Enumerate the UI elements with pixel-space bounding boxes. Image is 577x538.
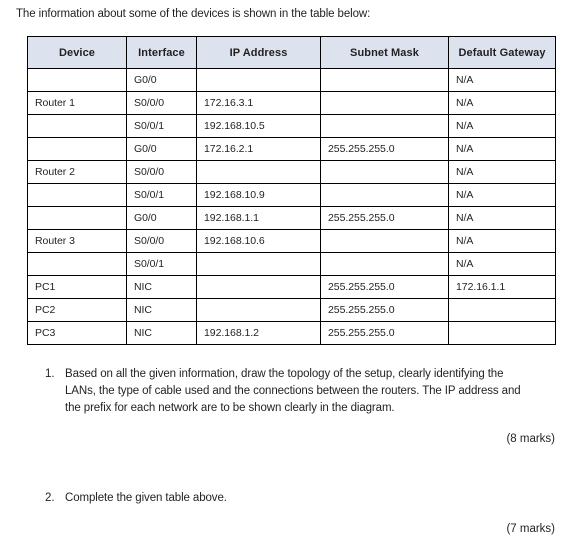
cell-default-gateway: 172.16.1.1 <box>448 275 556 299</box>
cell-subnet-mask <box>320 114 449 138</box>
table-row: PC1 NIC 255.255.255.0 172.16.1.1 <box>27 275 556 299</box>
cell-ip-address <box>196 252 321 276</box>
cell-device: PC3 <box>27 321 127 345</box>
cell-interface: NIC <box>126 321 197 345</box>
cell-subnet-mask <box>320 252 449 276</box>
column-header-interface: Interface <box>126 36 197 69</box>
cell-device: Router 1 <box>27 91 127 115</box>
cell-device <box>27 114 127 138</box>
column-header-subnet-mask: Subnet Mask <box>320 36 449 69</box>
table-row: S0/0/1 192.168.10.5 N/A <box>27 114 556 138</box>
question-list: 1. Based on all the given information, d… <box>0 366 577 538</box>
cell-ip-address: 192.168.1.2 <box>196 321 321 345</box>
cell-device <box>27 206 127 230</box>
cell-subnet-mask: 255.255.255.0 <box>320 298 449 322</box>
cell-subnet-mask <box>320 229 449 253</box>
cell-subnet-mask <box>320 91 449 115</box>
cell-interface: S0/0/0 <box>126 91 197 115</box>
cell-interface: NIC <box>126 298 197 322</box>
cell-ip-address <box>196 68 321 92</box>
table-row: Router 2 S0/0/0 N/A <box>27 160 556 184</box>
cell-default-gateway <box>448 321 556 345</box>
question-1-marks: (8 marks) <box>506 433 555 445</box>
cell-device: PC2 <box>27 298 127 322</box>
question-2-text: Complete the given table above. <box>65 492 227 504</box>
question-item-1: 1. Based on all the given information, d… <box>0 366 577 448</box>
cell-ip-address <box>196 298 321 322</box>
cell-default-gateway: N/A <box>448 114 556 138</box>
cell-subnet-mask: 255.255.255.0 <box>320 275 449 299</box>
cell-ip-address: 192.168.10.5 <box>196 114 321 138</box>
table-row: PC2 NIC 255.255.255.0 <box>27 298 556 322</box>
column-header-ip-address: IP Address <box>196 36 321 69</box>
question-2-marks: (7 marks) <box>506 523 555 535</box>
table-row: S0/0/1 192.168.10.9 N/A <box>27 183 556 207</box>
cell-interface: G0/0 <box>126 137 197 161</box>
cell-subnet-mask <box>320 160 449 184</box>
cell-interface: S0/0/1 <box>126 114 197 138</box>
cell-subnet-mask <box>320 183 449 207</box>
cell-default-gateway <box>448 298 556 322</box>
cell-ip-address: 192.168.10.6 <box>196 229 321 253</box>
cell-interface: S0/0/1 <box>126 252 197 276</box>
cell-default-gateway: N/A <box>448 68 556 92</box>
cell-subnet-mask: 255.255.255.0 <box>320 321 449 345</box>
cell-subnet-mask: 255.255.255.0 <box>320 137 449 161</box>
table-row: Router 3 S0/0/0 192.168.10.6 N/A <box>27 229 556 253</box>
table-row: G0/0 192.168.1.1 255.255.255.0 N/A <box>27 206 556 230</box>
table-row: PC3 NIC 192.168.1.2 255.255.255.0 <box>27 321 556 345</box>
table-row: G0/0 172.16.2.1 255.255.255.0 N/A <box>27 137 556 161</box>
cell-interface: G0/0 <box>126 68 197 92</box>
table-row: Router 1 S0/0/0 172.16.3.1 N/A <box>27 91 556 115</box>
cell-interface: S0/0/0 <box>126 160 197 184</box>
table-header-row: Device Interface IP Address Subnet Mask … <box>27 36 556 69</box>
column-header-default-gateway: Default Gateway <box>448 36 556 69</box>
cell-default-gateway: N/A <box>448 137 556 161</box>
cell-device: Router 2 <box>27 160 127 184</box>
cell-ip-address: 192.168.1.1 <box>196 206 321 230</box>
cell-interface: NIC <box>126 275 197 299</box>
cell-interface: S0/0/0 <box>126 229 197 253</box>
column-header-device: Device <box>27 36 127 69</box>
table-header: Device Interface IP Address Subnet Mask … <box>27 36 556 69</box>
device-information-table: Device Interface IP Address Subnet Mask … <box>27 36 556 345</box>
cell-subnet-mask <box>320 68 449 92</box>
cell-device <box>27 137 127 161</box>
cell-device: Router 3 <box>27 229 127 253</box>
question-1-text: Based on all the given information, draw… <box>65 368 521 414</box>
cell-default-gateway: N/A <box>448 183 556 207</box>
cell-ip-address <box>196 275 321 299</box>
question-1-number: 1. <box>45 368 55 380</box>
question-item-2: 2. Complete the given table above. (7 ma… <box>0 490 577 538</box>
cell-device: PC1 <box>27 275 127 299</box>
cell-interface: S0/0/1 <box>126 183 197 207</box>
intro-text: The information about some of the device… <box>16 8 371 20</box>
cell-device <box>27 68 127 92</box>
table-body: G0/0 N/A Router 1 S0/0/0 172.16.3.1 N/A S0/0/1… <box>27 68 556 345</box>
cell-default-gateway: N/A <box>448 229 556 253</box>
cell-subnet-mask: 255.255.255.0 <box>320 206 449 230</box>
cell-ip-address <box>196 160 321 184</box>
cell-ip-address: 192.168.10.9 <box>196 183 321 207</box>
cell-interface: G0/0 <box>126 206 197 230</box>
table-row: S0/0/1 N/A <box>27 252 556 276</box>
question-2-number: 2. <box>45 492 55 504</box>
cell-ip-address: 172.16.2.1 <box>196 137 321 161</box>
cell-default-gateway: N/A <box>448 206 556 230</box>
cell-device <box>27 252 127 276</box>
cell-default-gateway: N/A <box>448 160 556 184</box>
cell-ip-address: 172.16.3.1 <box>196 91 321 115</box>
cell-default-gateway: N/A <box>448 91 556 115</box>
cell-device <box>27 183 127 207</box>
table-row: G0/0 N/A <box>27 68 556 92</box>
cell-default-gateway: N/A <box>448 252 556 276</box>
